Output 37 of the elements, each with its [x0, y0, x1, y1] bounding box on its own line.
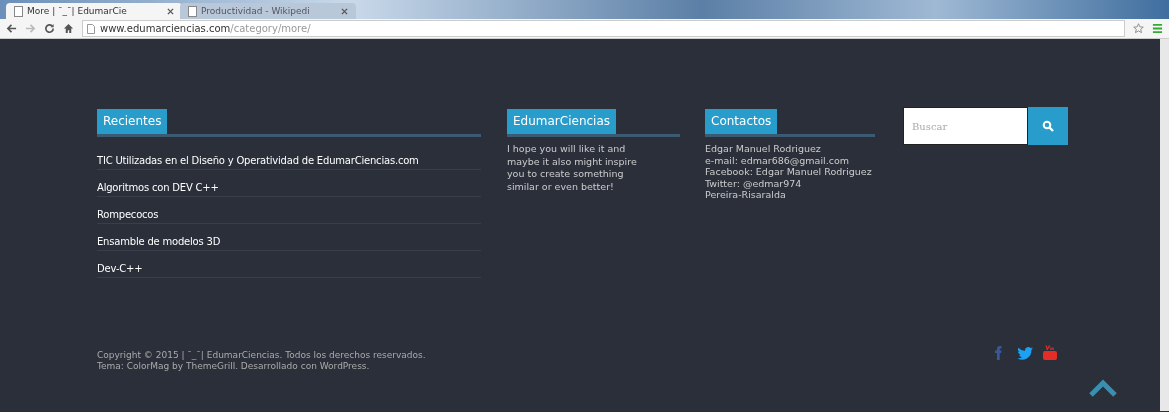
post-link[interactable]: Algoritmos con DEV C++: [97, 182, 219, 193]
menu-icon[interactable]: [1152, 23, 1163, 34]
close-icon[interactable]: [341, 7, 348, 15]
tab-title: More | ¯_¯| EdumarCie: [27, 6, 128, 16]
scrollbar[interactable]: [1160, 39, 1169, 411]
scroll-to-top-icon[interactable]: [1088, 379, 1118, 397]
twitter-icon[interactable]: [1017, 344, 1034, 361]
post-link[interactable]: Rompecocos: [97, 209, 159, 220]
address-bar[interactable]: www.edumarciencias.com/category/more/: [82, 20, 1125, 37]
contact-text: Pereira-Risaralda: [705, 189, 787, 201]
widget-title: Contactos: [705, 109, 778, 134]
contact-text: Edgar Manuel Rodriguez: [705, 143, 822, 155]
copyright-text: Tema: ColorMag by ThemeGrill. Desarrollado con WordPress.: [97, 361, 371, 372]
post-link[interactable]: Dev-C++: [97, 263, 143, 274]
post-link[interactable]: Ensamble de modelos 3D: [97, 236, 221, 247]
star-icon[interactable]: [1133, 23, 1144, 34]
about-text: I hope you will like it and maybe it also might inspire you to create something similar or even better!: [507, 143, 638, 193]
browser-tab[interactable]: Productividad - Wikipedi: [180, 3, 356, 19]
copyright-text: Copyright © 2015 | ¯_¯| EdumarCiencias. Todos los derechos reservados.: [97, 350, 426, 361]
contact-text: Twitter: @edmar974: [705, 177, 803, 189]
search-icon: [1042, 120, 1054, 132]
close-icon[interactable]: [167, 7, 174, 15]
browser-tab[interactable]: More | ¯_¯| EdumarCie: [6, 3, 182, 19]
youtube-icon[interactable]: [1042, 344, 1059, 361]
page-icon: [14, 5, 23, 17]
search-button[interactable]: [1028, 107, 1068, 145]
search-field[interactable]: Buscar: [903, 107, 1028, 145]
home-icon[interactable]: [63, 23, 74, 34]
widget-title: EdumarCiencias: [507, 109, 617, 134]
post-link[interactable]: TIC Utilizadas en el Diseño y Operatividad de EdumarCiencias.com: [97, 155, 419, 166]
contact-text: Facebook: Edgar Manuel Rodriguez: [705, 166, 873, 178]
back-icon[interactable]: [6, 23, 17, 34]
reload-icon[interactable]: [44, 23, 55, 34]
page-icon: [188, 5, 197, 17]
tab-title: Productividad - Wikipedi: [201, 6, 311, 16]
widget-title: Recientes: [97, 109, 168, 134]
contact-text: e-mail: edmar686@gmail.com: [705, 154, 851, 166]
